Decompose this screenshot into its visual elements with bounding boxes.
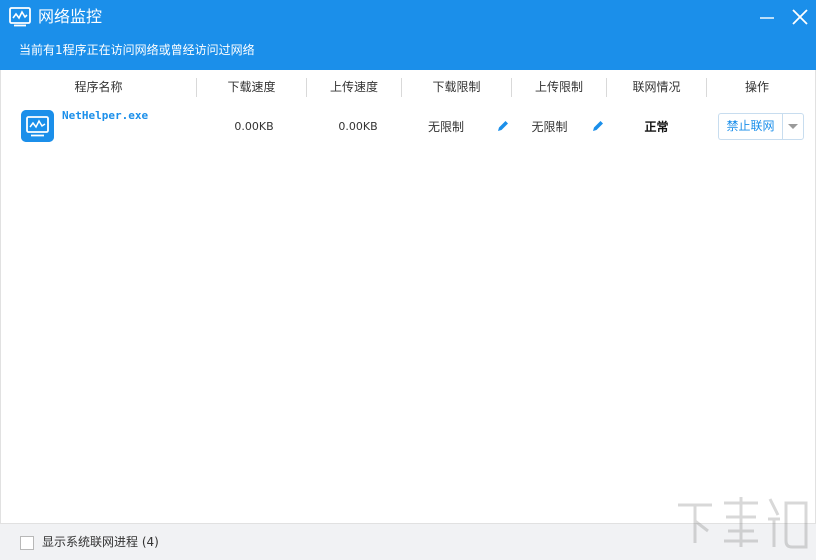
block-network-button[interactable]: 禁止联网 bbox=[718, 113, 782, 140]
download-limit-value: 无限制 bbox=[427, 120, 464, 134]
window-title: 网络监控 bbox=[38, 7, 103, 26]
program-monitor-icon bbox=[21, 110, 54, 142]
column-header-name[interactable]: 程序名称 bbox=[1, 70, 196, 105]
download-speed-value: 0.00KB bbox=[234, 120, 274, 133]
program-name: NetHelper.exe bbox=[62, 109, 149, 122]
upload-limit-value: 无限制 bbox=[531, 120, 568, 134]
network-status: 正常 bbox=[644, 120, 669, 134]
chevron-down-icon bbox=[788, 124, 798, 129]
action-split-button: 禁止联网 bbox=[718, 113, 804, 140]
column-header-download-speed[interactable]: 下载速度 bbox=[197, 70, 306, 105]
show-system-processes-label[interactable]: 显示系统联网进程 (4) bbox=[42, 534, 159, 551]
column-header-status[interactable]: 联网情况 bbox=[607, 70, 706, 105]
upload-speed-value: 0.00KB bbox=[338, 120, 378, 133]
column-header-action: 操作 bbox=[744, 80, 769, 94]
pencil-icon[interactable] bbox=[591, 119, 605, 133]
action-dropdown-button[interactable] bbox=[782, 113, 804, 140]
column-header-upload-speed[interactable]: 上传速度 bbox=[307, 70, 401, 105]
watermark-logo bbox=[678, 497, 808, 549]
table-header: 程序名称 下载速度 上传速度 下载限制 上传限制 联网情况 操作 bbox=[0, 70, 816, 105]
column-header-upload-limit[interactable]: 上传限制 bbox=[512, 70, 606, 105]
column-header-download-limit[interactable]: 下载限制 bbox=[402, 70, 511, 105]
window-subtitle: 当前有1程序正在访问网络或曾经访问过网络 bbox=[19, 43, 255, 57]
table-row[interactable]: NetHelper.exe 0.00KB 0.00KB 无限制 无限制 正常 禁… bbox=[1, 105, 815, 149]
monitor-chart-icon bbox=[9, 7, 31, 27]
program-list: NetHelper.exe 0.00KB 0.00KB 无限制 无限制 正常 禁… bbox=[0, 105, 816, 523]
close-icon[interactable] bbox=[789, 6, 811, 28]
show-system-processes-checkbox[interactable] bbox=[20, 536, 34, 550]
title-bar: 网络监控 当前有1程序正在访问网络或曾经访问过网络 bbox=[0, 0, 816, 70]
minimize-icon[interactable] bbox=[756, 6, 778, 28]
pencil-icon[interactable] bbox=[496, 119, 510, 133]
